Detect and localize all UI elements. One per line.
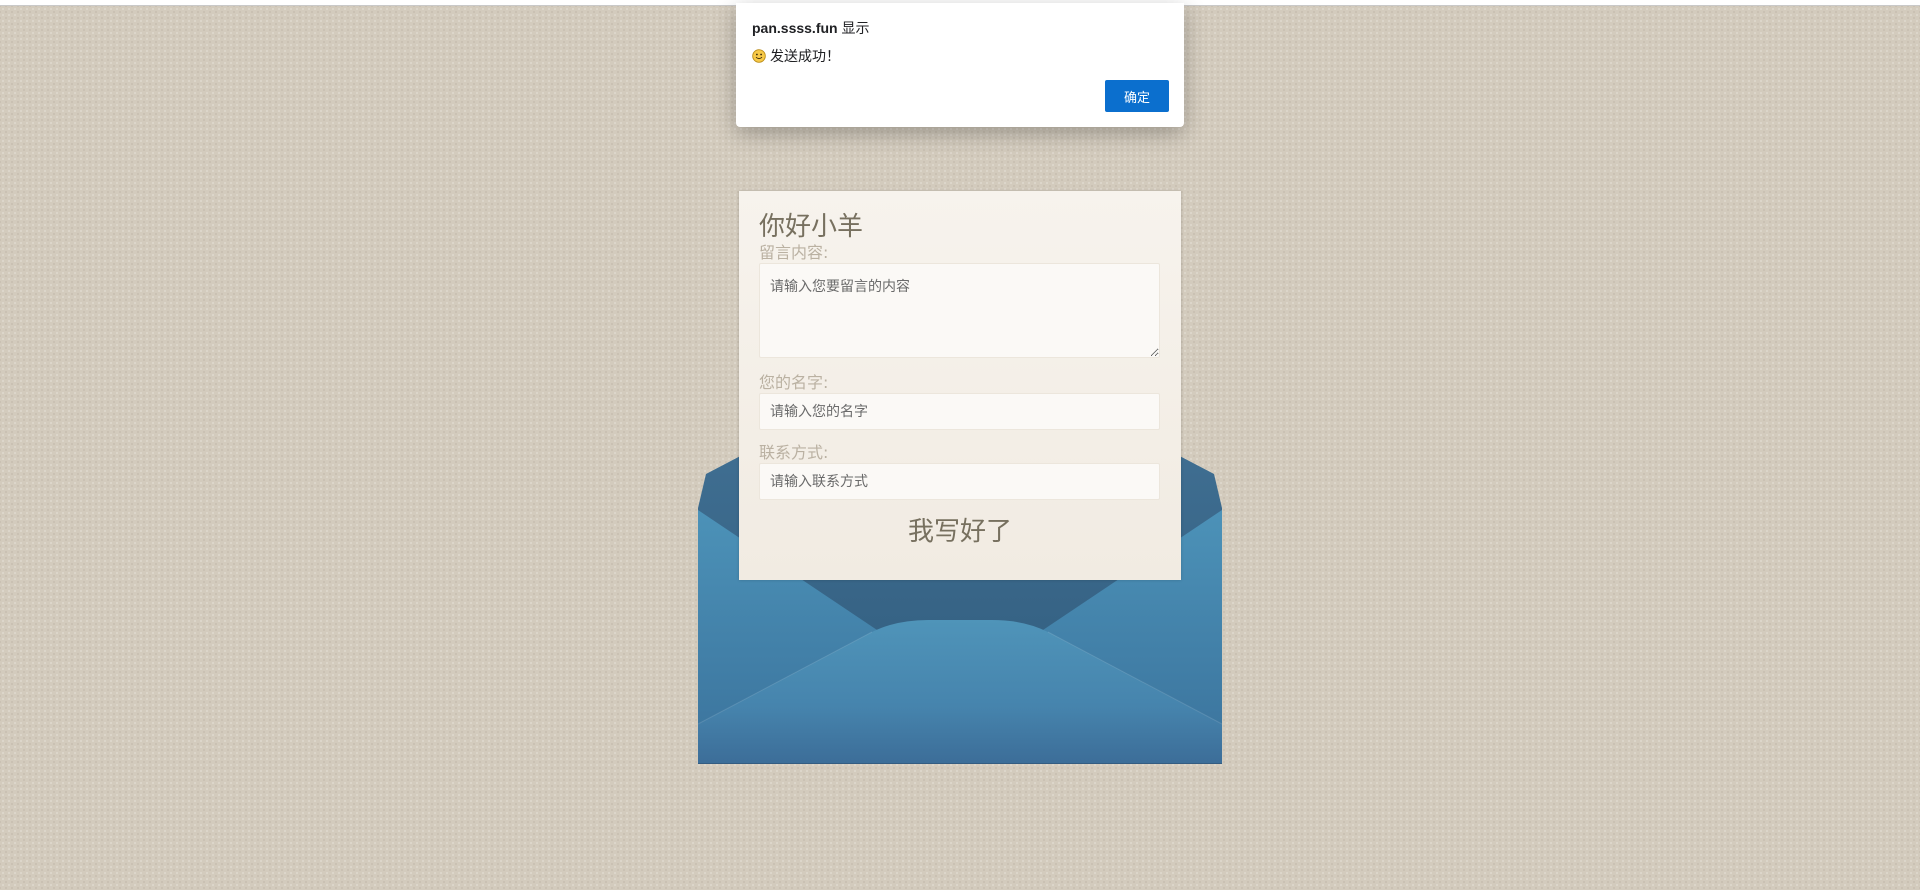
dialog-origin-suffix: 显示	[841, 20, 870, 36]
dialog-origin: pan.ssss.fun 显示	[752, 19, 1168, 37]
letter-greeting: 你好小羊	[759, 212, 864, 242]
dialog-message-text: 发送成功！	[770, 48, 840, 64]
letter-card: 你好小羊 留言内容: 您的名字: 联系方式: 我写好了	[739, 191, 1181, 580]
name-input[interactable]	[759, 393, 1160, 430]
message-textarea[interactable]	[759, 263, 1160, 358]
smiley-face-icon	[752, 49, 766, 63]
submit-button[interactable]: 我写好了	[902, 510, 1018, 549]
message-label: 留言内容:	[759, 243, 829, 262]
name-label: 您的名字:	[759, 373, 829, 392]
dialog-origin-host: pan.ssss.fun	[752, 20, 838, 36]
contact-input[interactable]	[759, 463, 1160, 500]
contact-label: 联系方式:	[759, 443, 829, 462]
ok-button[interactable]: 确定	[1105, 80, 1169, 112]
alert-dialog: pan.ssss.fun 显示 发送成功！ 确定	[736, 3, 1184, 127]
dialog-message: 发送成功！	[752, 47, 1168, 65]
